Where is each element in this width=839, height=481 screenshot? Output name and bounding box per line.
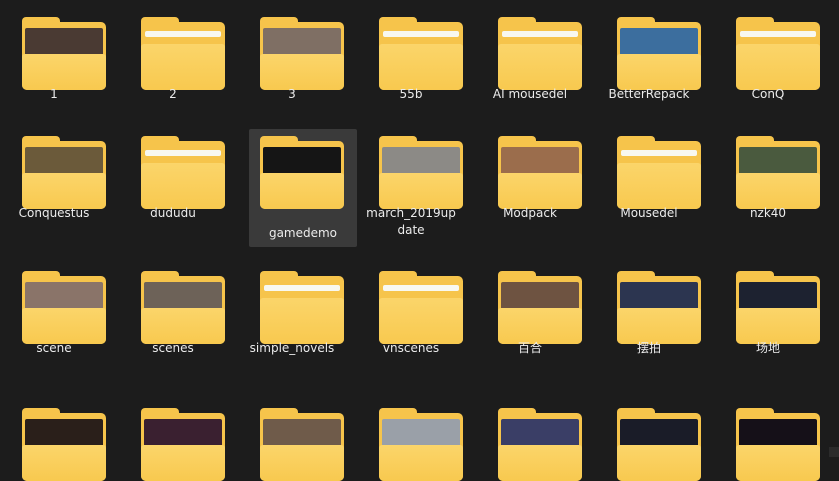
folder-label: scene — [36, 341, 72, 355]
folder-icon — [260, 271, 344, 344]
folder-icon — [22, 408, 106, 481]
folder-label: dududu — [150, 206, 196, 220]
folder-label: vnscenes — [382, 341, 440, 355]
folder-icon — [260, 408, 344, 481]
folder-label: 1 — [50, 87, 58, 101]
folder-item[interactable]: 3 — [238, 0, 346, 118]
folder-label: scenes — [152, 341, 194, 355]
folder-label: ConQ — [751, 87, 785, 101]
folder-icon — [498, 408, 582, 481]
folder-icon — [617, 17, 701, 90]
folder-item[interactable]: 摆拍 — [595, 254, 703, 372]
folder-item[interactable]: BetterRepack — [595, 0, 703, 118]
folder-label: Mousedel — [620, 206, 678, 220]
folder-item[interactable]: Mousedel — [595, 119, 703, 237]
folder-icon — [379, 408, 463, 481]
folder-icon — [736, 17, 820, 90]
folder-icon — [736, 271, 820, 344]
folder-item[interactable]: 百合 — [476, 254, 584, 372]
folder-label: 2 — [169, 87, 177, 101]
folder-icon — [379, 136, 463, 209]
folder-icon — [379, 271, 463, 344]
folder-label: Modpack — [503, 206, 557, 220]
folder-label: march_2019update — [366, 206, 456, 237]
folder-label: nzk40 — [749, 206, 787, 220]
folder-label: Conquestus — [18, 206, 90, 220]
folder-item[interactable] — [238, 391, 346, 481]
folder-label: gamedemo — [268, 226, 338, 240]
folder-icon — [141, 136, 225, 209]
folder-item[interactable]: AI mousedel — [476, 0, 584, 118]
folder-item[interactable]: ConQ — [714, 0, 822, 118]
folder-icon — [260, 17, 344, 90]
folder-item[interactable]: scenes — [119, 254, 227, 372]
folder-icon — [141, 271, 225, 344]
folder-icon — [22, 17, 106, 90]
folder-icon — [498, 136, 582, 209]
folder-label: simple_novels — [249, 341, 335, 355]
folder-item[interactable]: Conquestus — [0, 119, 108, 237]
folder-item[interactable]: 场地 — [714, 254, 822, 372]
folder-item[interactable] — [476, 391, 584, 481]
folder-icon — [617, 136, 701, 209]
folder-icon — [141, 17, 225, 90]
folder-label: 55b — [399, 87, 423, 101]
folder-icon — [617, 271, 701, 344]
folder-label: 场地 — [755, 341, 780, 355]
folder-item[interactable]: scene — [0, 254, 108, 372]
folder-item[interactable]: dududu — [119, 119, 227, 237]
folder-item[interactable]: vnscenes — [357, 254, 465, 372]
folder-icon — [498, 271, 582, 344]
folder-label: 摆拍 — [636, 341, 661, 355]
folder-item[interactable] — [714, 391, 822, 481]
folder-item[interactable]: nzk40 — [714, 119, 822, 237]
folder-icon — [22, 136, 106, 209]
folder-icon — [617, 408, 701, 481]
folder-icon — [379, 17, 463, 90]
folder-item[interactable]: gamedemo — [249, 129, 357, 247]
folder-icon — [22, 271, 106, 344]
folder-item[interactable]: 2 — [119, 0, 227, 118]
scrollbar-corner[interactable] — [829, 447, 839, 457]
folder-icon — [141, 408, 225, 481]
folder-item[interactable]: Modpack — [476, 119, 584, 237]
folder-icon — [498, 17, 582, 90]
folder-item[interactable] — [357, 391, 465, 481]
folder-label: 3 — [288, 87, 296, 101]
folder-item[interactable]: 1 — [0, 0, 108, 118]
folder-label: 百合 — [517, 341, 542, 355]
folder-icon — [260, 136, 344, 209]
folder-label: BetterRepack — [608, 87, 690, 101]
folder-icon — [736, 136, 820, 209]
folder-grid: 1 2 3 55b AI mousedel BetterRepack ConQ Conques… — [0, 0, 839, 481]
folder-item[interactable]: simple_novels — [238, 254, 346, 372]
folder-icon — [736, 408, 820, 481]
folder-item[interactable] — [595, 391, 703, 481]
folder-item[interactable]: 55b — [357, 0, 465, 118]
folder-label: AI mousedel — [492, 87, 568, 101]
folder-item[interactable] — [0, 391, 108, 481]
folder-item[interactable] — [119, 391, 227, 481]
folder-item[interactable]: march_2019update — [357, 119, 465, 237]
